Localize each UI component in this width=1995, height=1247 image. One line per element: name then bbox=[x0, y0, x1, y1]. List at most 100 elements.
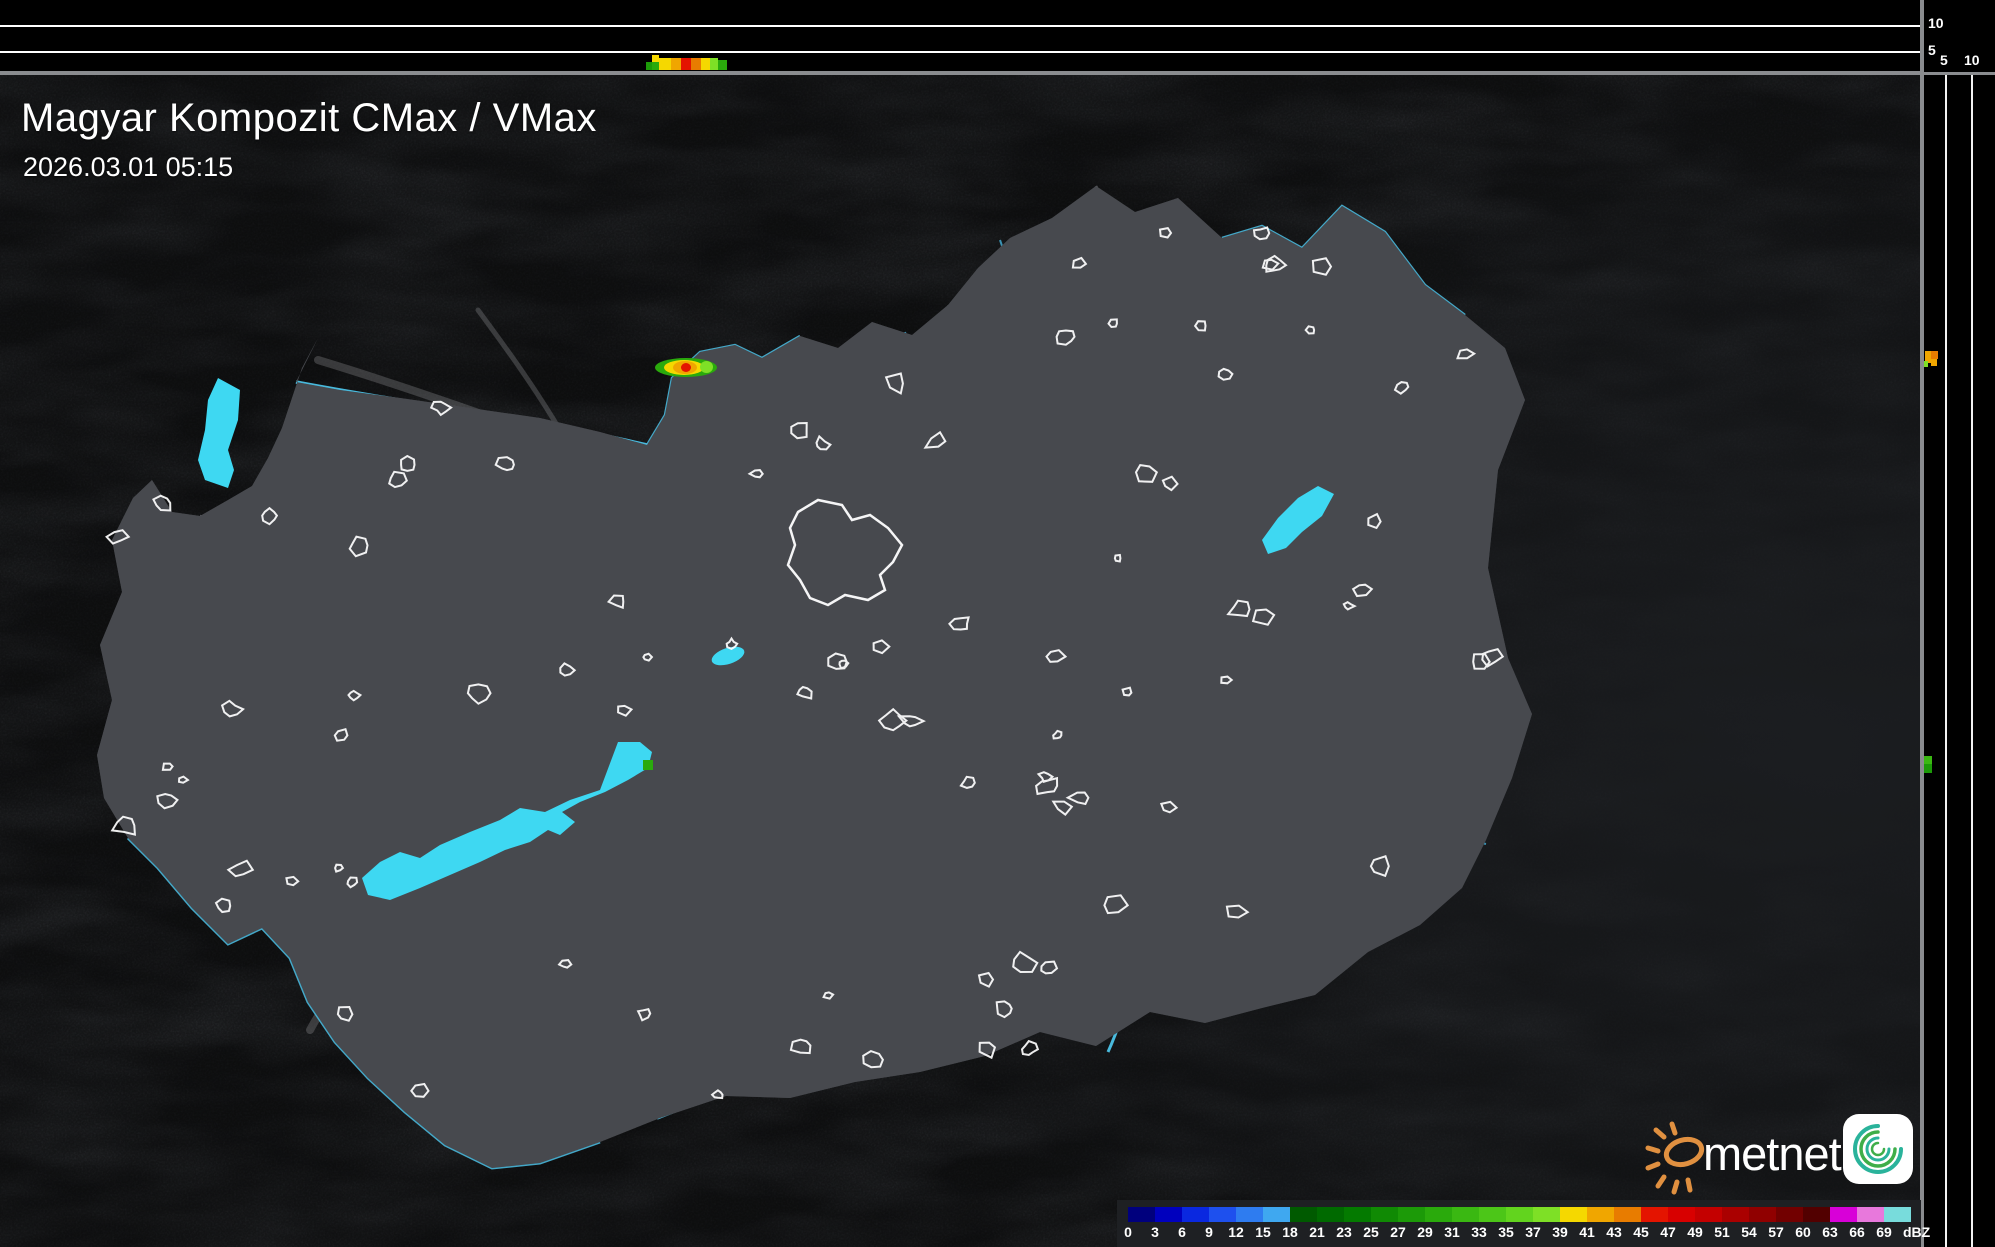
legend-color-segment bbox=[1884, 1207, 1911, 1222]
legend-tick-label: 69 bbox=[1876, 1224, 1892, 1240]
legend-tick-label: 0 bbox=[1124, 1224, 1132, 1240]
legend-color-segment bbox=[1371, 1207, 1398, 1222]
legend-tick-label: 41 bbox=[1579, 1224, 1595, 1240]
timestamp: 2026.03.01 05:15 bbox=[23, 152, 234, 182]
hungary-map bbox=[0, 0, 1921, 1247]
ruler-corner: 10 5 5 10 bbox=[1924, 0, 1995, 72]
radar-composite-screen: 10 5 5 10 Magyar Kompozit CMax / VMax 20… bbox=[0, 0, 1995, 1247]
page-title: Magyar Kompozit CMax / VMax bbox=[21, 96, 597, 140]
legend-color-segment bbox=[1452, 1207, 1479, 1222]
right-panel-tick-5: 5 bbox=[1940, 52, 1948, 68]
legend-ticks: 0 3 6 9 12 15 18 21 23 25 27 29 31 33 35 37 39 41 43 45 47 49… bbox=[1117, 1224, 1930, 1244]
legend-color-segment bbox=[1749, 1207, 1776, 1222]
legend-tick-label: 25 bbox=[1363, 1224, 1379, 1240]
legend-tick-label: 37 bbox=[1525, 1224, 1541, 1240]
legend-tick-label: 43 bbox=[1606, 1224, 1622, 1240]
legend-color-segment bbox=[1344, 1207, 1371, 1222]
radar-echo-map-cell bbox=[700, 361, 713, 373]
legend-tick-label: 12 bbox=[1228, 1224, 1244, 1240]
legend-tick-label: 3 bbox=[1151, 1224, 1159, 1240]
legend-color-segment bbox=[1560, 1207, 1587, 1222]
legend-tick-label: 49 bbox=[1687, 1224, 1703, 1240]
legend-tick-label: 21 bbox=[1309, 1224, 1325, 1240]
top-panel-gridline-5km bbox=[0, 51, 1921, 53]
legend-tick-label: 45 bbox=[1633, 1224, 1649, 1240]
legend-tick-label: 51 bbox=[1714, 1224, 1730, 1240]
radar-echo-right-panel-cell bbox=[1923, 764, 1932, 773]
legend-tick-label: 6 bbox=[1178, 1224, 1186, 1240]
metnet-logo[interactable]: metnet bbox=[1645, 1108, 1918, 1198]
radar-echo-top-panel-cell bbox=[691, 58, 701, 70]
radar-echo-top-panel-cell bbox=[701, 58, 710, 70]
legend-unit-label: dBZ bbox=[1903, 1224, 1931, 1240]
legend-tick-label: 23 bbox=[1336, 1224, 1352, 1240]
panel-divider-horizontal bbox=[0, 71, 1995, 75]
top-cross-section-panel bbox=[0, 0, 1921, 72]
legend-color-segment bbox=[1776, 1207, 1803, 1222]
map-canvas bbox=[0, 0, 1921, 1247]
legend-color-segment bbox=[1695, 1207, 1722, 1222]
legend-tick-label: 54 bbox=[1741, 1224, 1757, 1240]
radar-echo-map-cell bbox=[681, 363, 691, 372]
legend-color-segment bbox=[1263, 1207, 1290, 1222]
right-cross-section-panel bbox=[1924, 0, 1995, 1247]
legend-color-segment bbox=[1155, 1207, 1182, 1222]
legend-color-segment bbox=[1290, 1207, 1317, 1222]
legend-color-segment bbox=[1128, 1207, 1155, 1222]
legend-tick-label: 27 bbox=[1390, 1224, 1406, 1240]
legend-color-segment bbox=[1506, 1207, 1533, 1222]
metnet-app-icon bbox=[1843, 1114, 1913, 1184]
radar-echo-right-panel-cell bbox=[1931, 359, 1937, 366]
legend-tick-label: 31 bbox=[1444, 1224, 1460, 1240]
legend-color-segment bbox=[1425, 1207, 1452, 1222]
legend-color-segment bbox=[1614, 1207, 1641, 1222]
legend-color-segment bbox=[1182, 1207, 1209, 1222]
legend-color-segment bbox=[1236, 1207, 1263, 1222]
legend-color-segment bbox=[1479, 1207, 1506, 1222]
radar-echo-top-panel-cell bbox=[652, 55, 659, 62]
legend-color-segment bbox=[1722, 1207, 1749, 1222]
legend-tick-label: 66 bbox=[1849, 1224, 1865, 1240]
logo-wordmark: metnet bbox=[1703, 1127, 1842, 1180]
legend-tick-label: 47 bbox=[1660, 1224, 1676, 1240]
legend-tick-label: 60 bbox=[1795, 1224, 1811, 1240]
legend-color-segment bbox=[1533, 1207, 1560, 1222]
legend-tick-label: 33 bbox=[1471, 1224, 1487, 1240]
radar-echo-right-panel-cell bbox=[1923, 756, 1932, 764]
legend-color-segment bbox=[1803, 1207, 1830, 1222]
radar-echo-top-panel-cell bbox=[659, 58, 671, 70]
radar-echo-top-panel-cell bbox=[652, 62, 659, 70]
legend-tick-label: 35 bbox=[1498, 1224, 1514, 1240]
legend-color-segment bbox=[1857, 1207, 1884, 1222]
radar-echo-right-panel-cell bbox=[1931, 351, 1938, 359]
legend-color-segment bbox=[1209, 1207, 1236, 1222]
radar-echo-top-panel-cell bbox=[710, 58, 718, 70]
radar-echo-top-panel-cell bbox=[718, 60, 727, 70]
top-panel-gridline-10km bbox=[0, 25, 1921, 27]
swirl-icon bbox=[1853, 1124, 1903, 1174]
legend-tick-label: 63 bbox=[1822, 1224, 1838, 1240]
legend-tick-label: 18 bbox=[1282, 1224, 1298, 1240]
radar-echo-map-cell bbox=[643, 760, 653, 770]
right-panel-gridline-5km bbox=[1945, 75, 1947, 1247]
panel-divider-vertical bbox=[1920, 0, 1924, 1247]
top-panel-tick-10: 10 bbox=[1928, 15, 1944, 31]
legend-color-segment bbox=[1641, 1207, 1668, 1222]
right-panel-gridline-10km bbox=[1971, 75, 1973, 1247]
legend-tick-label: 39 bbox=[1552, 1224, 1568, 1240]
legend-color-segment bbox=[1587, 1207, 1614, 1222]
reflectivity-legend: 0 3 6 9 12 15 18 21 23 25 27 29 31 33 35 37 39 41 43 45 47 49… bbox=[1117, 1200, 1930, 1247]
legend-tick-label: 9 bbox=[1205, 1224, 1213, 1240]
legend-color-segment bbox=[1830, 1207, 1857, 1222]
radar-echo-top-panel-cell bbox=[671, 58, 681, 70]
legend-tick-label: 29 bbox=[1417, 1224, 1433, 1240]
legend-tick-label: 15 bbox=[1255, 1224, 1271, 1240]
legend-color-segment bbox=[1398, 1207, 1425, 1222]
top-panel-tick-5: 5 bbox=[1928, 42, 1936, 58]
legend-colorbar bbox=[1128, 1207, 1911, 1222]
right-panel-tick-10: 10 bbox=[1964, 52, 1980, 68]
legend-color-segment bbox=[1317, 1207, 1344, 1222]
legend-color-segment bbox=[1668, 1207, 1695, 1222]
radar-echo-top-panel-cell bbox=[681, 58, 691, 70]
legend-tick-label: 57 bbox=[1768, 1224, 1784, 1240]
